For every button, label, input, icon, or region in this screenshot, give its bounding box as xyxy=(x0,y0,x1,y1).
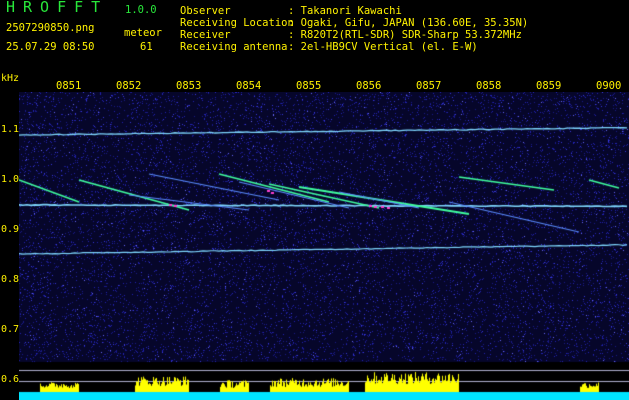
meteor-count: 61 xyxy=(140,41,153,53)
time-tick: 0852 xyxy=(116,80,142,92)
freq-unit-label: kHz xyxy=(1,73,20,84)
time-tick: 0859 xyxy=(536,80,562,92)
time-tick: 0853 xyxy=(176,80,202,92)
freq-tick: 1.0 xyxy=(1,174,20,185)
freq-tick: 0.9 xyxy=(1,224,20,235)
app-version: 1.0.0 xyxy=(125,4,157,16)
antenna-value: : 2el-HB9CV Vertical (el. E-W) xyxy=(288,41,478,53)
observer-value: : Takanori Kawachi xyxy=(288,5,402,17)
timestamp: 25.07.29 08:50 xyxy=(6,41,95,53)
file-name: 2507290850.png xyxy=(6,22,95,34)
time-tick: 0854 xyxy=(236,80,262,92)
meteor-label: meteor xyxy=(124,27,162,39)
antenna-label: Receiving antenna xyxy=(180,41,288,53)
time-tick: 0856 xyxy=(356,80,382,92)
freq-tick: 0.6 xyxy=(1,374,20,385)
time-tick: 0900 xyxy=(596,80,622,92)
freq-tick: 0.7 xyxy=(1,324,20,335)
spectrogram-canvas xyxy=(19,92,629,400)
app-title: HROFFT xyxy=(6,0,109,16)
receiver-value: : R820T2(RTL-SDR) SDR-Sharp 53.372MHz xyxy=(288,29,522,41)
location-value: : Ogaki, Gifu, JAPAN (136.60E, 35.35N) xyxy=(288,17,529,29)
time-tick: 0851 xyxy=(56,80,82,92)
freq-tick: 1.1 xyxy=(1,124,20,135)
freq-tick: 0.8 xyxy=(1,274,20,285)
receiver-label: Receiver xyxy=(180,29,231,41)
time-tick: 0855 xyxy=(296,80,322,92)
spectrogram-window: { "header": { "app_title": "HROFFT", "ap… xyxy=(0,0,629,400)
location-label: Receiving Location xyxy=(180,17,294,29)
time-tick: 0858 xyxy=(476,80,502,92)
observer-label: Observer xyxy=(180,5,231,17)
time-tick: 0857 xyxy=(416,80,442,92)
